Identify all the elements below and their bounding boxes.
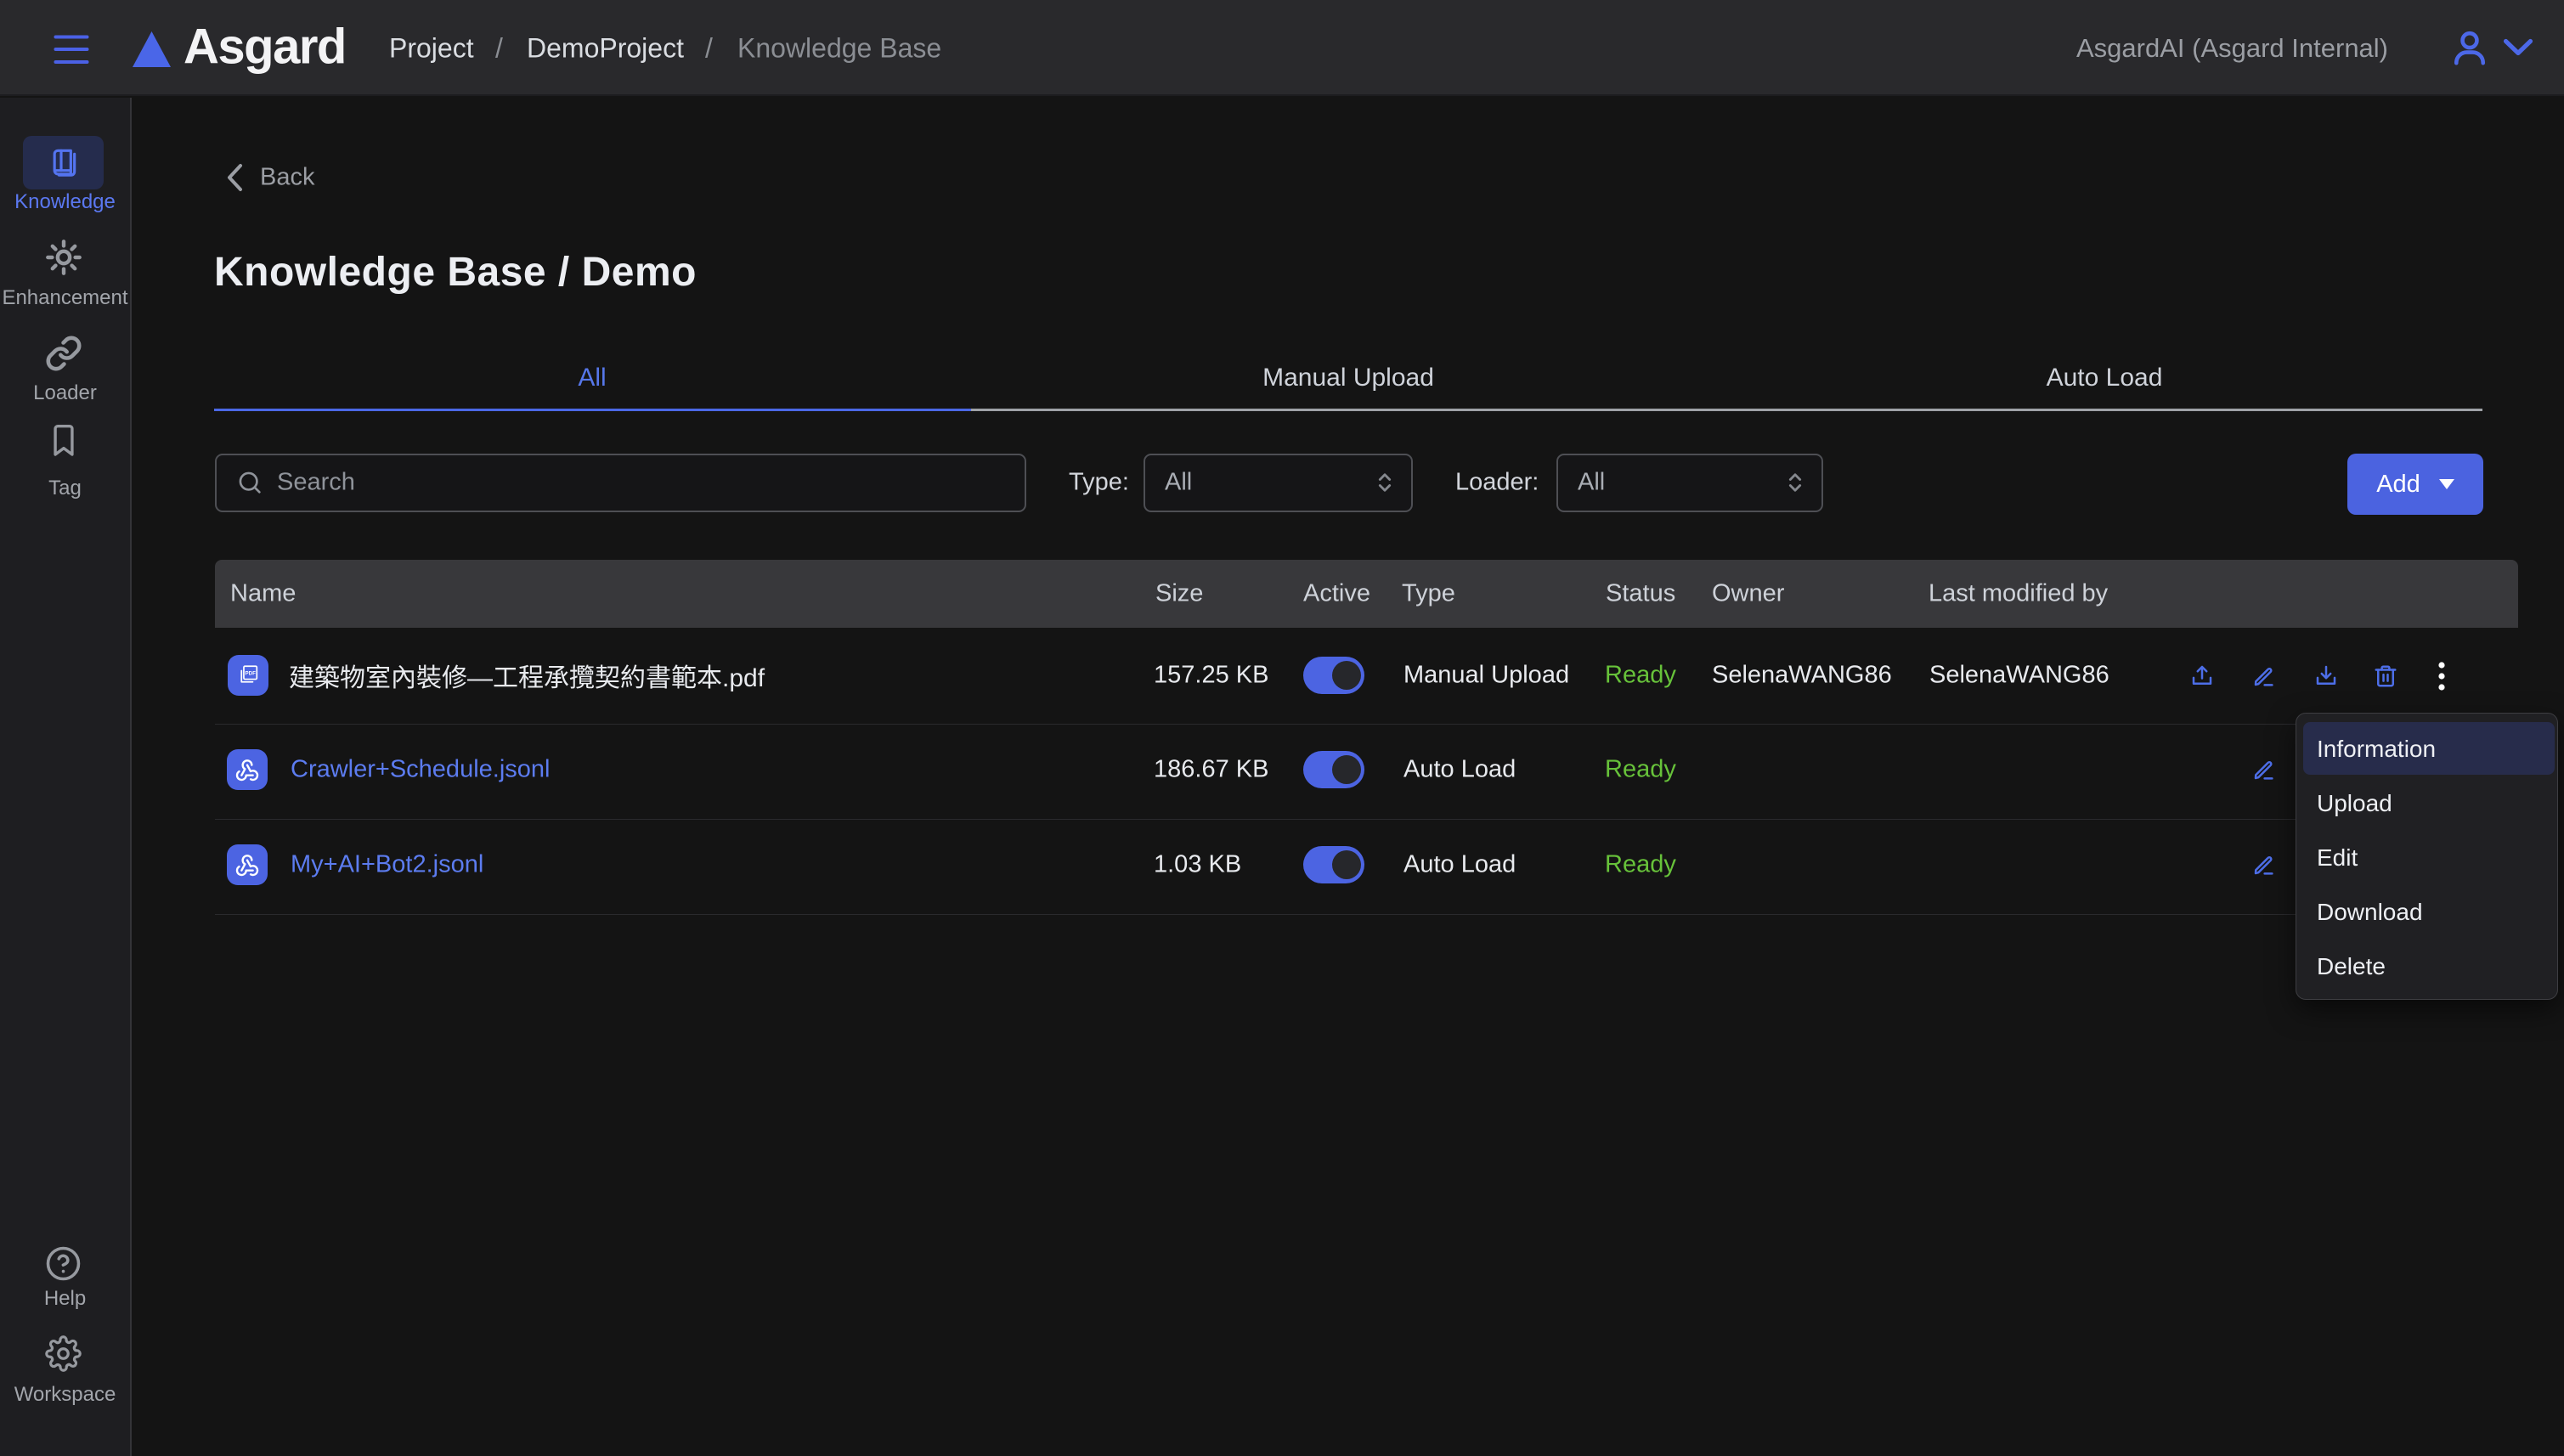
svg-text:PDF: PDF bbox=[246, 670, 257, 676]
